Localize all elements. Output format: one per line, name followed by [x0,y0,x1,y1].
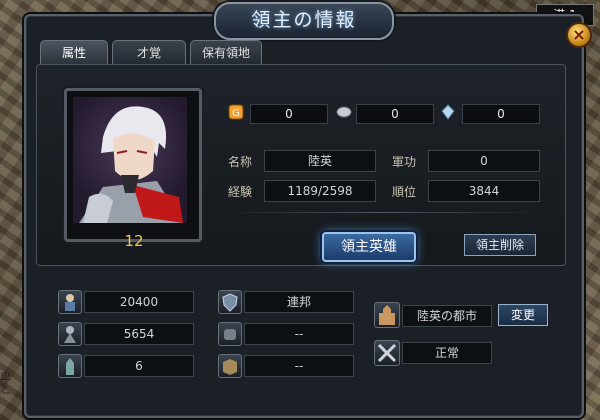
change-city-button[interactable]: 変更 [498,304,548,326]
shield-icon [218,290,242,314]
merit-label: 軍功 [392,155,417,169]
defense-value: -- [244,355,354,377]
name-label: 名称 [228,155,253,169]
window-title-text: 領主の情報 [251,9,357,31]
tab-attributes-label: 属性 [61,46,86,60]
gold-value: 0 [250,104,328,124]
merit-value: 0 [428,150,540,172]
experience-value: 1189/2598 [264,180,376,202]
name-value: 陸英 [264,150,376,172]
tab-talent-label: 才覚 [136,46,161,60]
home-city-value: 陸英の都市 [402,305,492,327]
window-title: 領主の情報 [214,2,394,40]
delete-lord-button[interactable]: 領主削除 [464,234,536,256]
tab-territories-label: 保有領地 [201,46,250,60]
lord-portrait-frame [64,88,202,242]
gold-coin-icon: G [228,104,244,120]
chat-fragment: 卑 と [0,371,11,396]
rank-value: 3844 [428,180,540,202]
tower-icon [58,354,82,378]
tab-talent[interactable]: 才覚 [112,40,186,65]
rank-label: 順位 [392,185,417,199]
info-divider [222,212,542,213]
crossed-swords-icon [374,340,400,366]
status-value: 正常 [402,342,492,364]
crystal-icon [441,104,455,120]
castle-icon [374,302,400,328]
power-value: 5654 [84,323,194,345]
lord-portrait [73,97,187,223]
silver-value: 0 [356,104,434,124]
svg-text:G: G [232,108,240,119]
book-icon [218,354,242,378]
experience-label: 経験 [228,185,253,199]
cities-value: 6 [84,355,194,377]
close-button[interactable]: × [566,22,592,48]
troops-value: 20400 [84,291,194,313]
knight-icon [58,322,82,346]
lord-hero-button[interactable]: 領主英雄 [322,232,416,262]
attack-value: -- [244,323,354,345]
lord-portrait-image [79,106,183,223]
crystal-value: 0 [462,104,540,124]
lord-level: 12 [124,232,144,250]
tab-territories[interactable]: 保有領地 [190,40,262,65]
soldier-icon [58,290,82,314]
fist-icon [218,322,242,346]
tab-attributes[interactable]: 属性 [40,40,108,65]
alliance-value: 連邦 [244,291,354,313]
silver-coin-icon [336,106,352,118]
